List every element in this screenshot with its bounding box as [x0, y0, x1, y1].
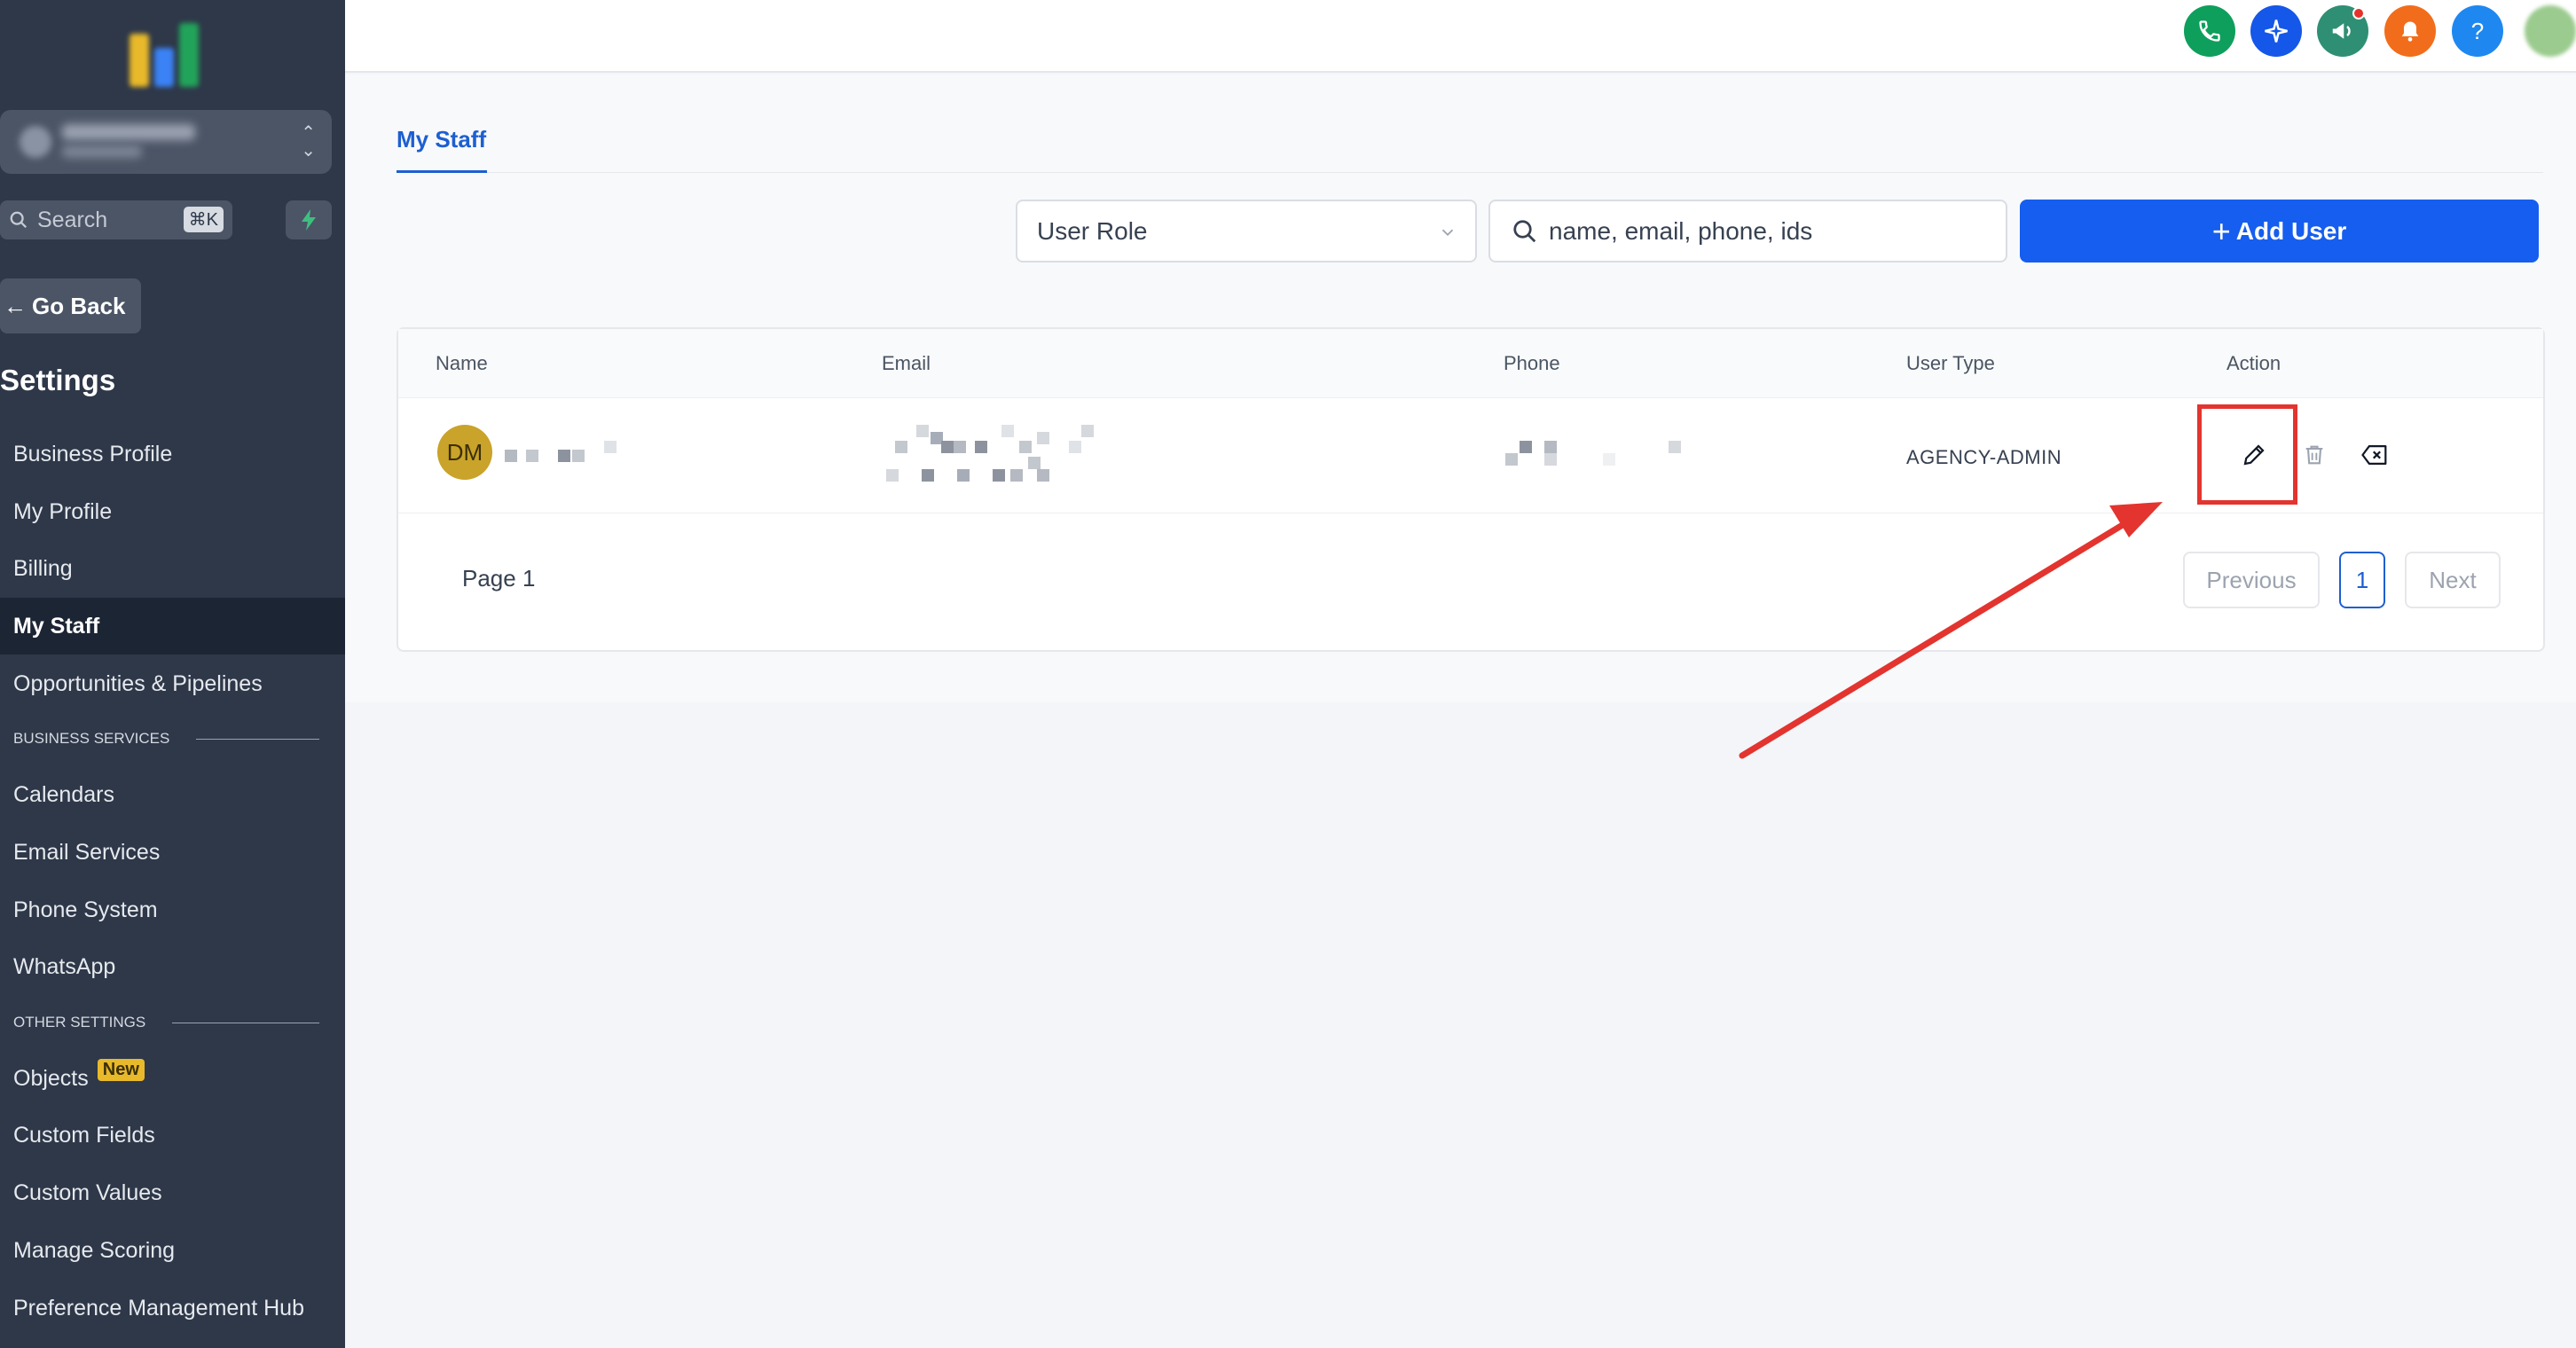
phone-button[interactable]: [2184, 5, 2235, 57]
sidebar-search[interactable]: Search ⌘K: [0, 200, 232, 239]
user-role-select[interactable]: User Role: [1016, 200, 1477, 263]
page-1-button[interactable]: 1: [2339, 552, 2385, 608]
sidebar-item-objects[interactable]: Objects New: [0, 1050, 345, 1107]
add-user-button[interactable]: + Add User: [2020, 200, 2539, 263]
help-button[interactable]: ?: [2452, 5, 2503, 57]
sidebar-item-label: Objects: [13, 1065, 89, 1091]
divider: [196, 738, 319, 740]
megaphone-icon: [2332, 23, 2351, 39]
section-other-settings: OTHER SETTINGS: [13, 1014, 319, 1031]
column-header-name: Name: [436, 352, 488, 374]
next-page-button[interactable]: Next: [2405, 552, 2501, 608]
sparkle-icon: [2265, 20, 2288, 43]
search-placeholder: name, email, phone, ids: [1549, 216, 1813, 245]
staff-avatar: DM: [437, 425, 492, 480]
search-icon: [10, 211, 27, 229]
announcements-button[interactable]: [2317, 5, 2368, 57]
ai-assistant-button[interactable]: [2250, 5, 2302, 57]
edit-highlight-box: [2197, 404, 2297, 505]
top-bar: [345, 0, 2576, 73]
phone-icon: [2199, 20, 2220, 42]
sidebar-item-custom-values[interactable]: Custom Values: [0, 1164, 345, 1221]
sidebar-item-my-staff[interactable]: My Staff: [0, 598, 345, 654]
backspace-icon: [2361, 445, 2387, 465]
sidebar-item-phone-system[interactable]: Phone System: [0, 882, 345, 938]
tab-active-indicator: [397, 170, 487, 173]
bolt-icon: [302, 209, 316, 231]
section-business-services: BUSINESS SERVICES: [13, 730, 319, 748]
column-header-user-type: User Type: [1906, 352, 1995, 374]
table-header: Name Email Phone User Type Action: [398, 329, 2543, 398]
sidebar-item-manage-scoring[interactable]: Manage Scoring: [0, 1222, 345, 1279]
user-type: AGENCY-ADMIN: [1906, 446, 2062, 468]
account-name: [62, 124, 195, 140]
go-back-button[interactable]: ← Go Back: [0, 278, 141, 333]
column-header-phone: Phone: [1504, 352, 1560, 374]
account-subtitle: [62, 145, 142, 158]
section-label: BUSINESS SERVICES: [13, 730, 170, 747]
sidebar-item-whatsapp[interactable]: WhatsApp: [0, 938, 345, 995]
account-avatar: [20, 126, 51, 158]
bell-icon: [2401, 21, 2419, 42]
account-switcher[interactable]: ⌃ ⌄: [0, 110, 332, 174]
help-icon: ?: [2470, 17, 2485, 44]
chevron-updown-icon: ⌃ ⌄: [301, 123, 316, 161]
sidebar-item-calendars[interactable]: Calendars: [0, 766, 345, 823]
staff-search-input[interactable]: name, email, phone, ids: [1488, 200, 2007, 263]
delete-button[interactable]: [2297, 437, 2332, 473]
sidebar: ⌃ ⌄ Search ⌘K ← Go Back Settings Business…: [0, 0, 345, 1348]
app-logo: [124, 16, 204, 87]
notifications-button[interactable]: [2384, 5, 2436, 57]
plus-icon: +: [2211, 212, 2231, 249]
tab-divider: [397, 172, 2543, 173]
search-icon: [1513, 219, 1536, 242]
sidebar-item-email-services[interactable]: Email Services: [0, 824, 345, 881]
search-shortcut: ⌘K: [183, 207, 224, 232]
section-label: OTHER SETTINGS: [13, 1014, 146, 1031]
trash-icon: [2305, 445, 2323, 465]
user-avatar[interactable]: [2525, 5, 2576, 57]
column-header-email: Email: [882, 352, 931, 374]
add-user-label: Add User: [2235, 216, 2347, 245]
arrow-left-icon: ←: [4, 292, 27, 319]
column-header-action: Action: [2227, 352, 2281, 374]
notification-dot: [2352, 7, 2365, 20]
quick-action-button[interactable]: [286, 200, 332, 239]
sidebar-item-preference-management-hub[interactable]: Preference Management Hub: [0, 1280, 345, 1336]
page-label: Page 1: [462, 565, 536, 592]
deactivate-button[interactable]: [2357, 437, 2392, 473]
new-badge: New: [97, 1058, 145, 1081]
sidebar-item-business-profile[interactable]: Business Profile: [0, 426, 345, 482]
search-placeholder: Search: [37, 207, 108, 232]
sidebar-item-my-profile[interactable]: My Profile: [0, 483, 345, 540]
sidebar-item-custom-fields[interactable]: Custom Fields: [0, 1107, 345, 1164]
previous-page-button[interactable]: Previous: [2183, 552, 2320, 608]
go-back-label: Go Back: [32, 292, 126, 319]
settings-title: Settings: [0, 364, 116, 396]
sidebar-item-billing[interactable]: Billing: [0, 540, 345, 597]
chevron-down-icon: [1441, 229, 1454, 237]
tab-my-staff[interactable]: My Staff: [397, 126, 486, 153]
user-role-value: User Role: [1037, 216, 1148, 245]
sidebar-item-opportunities-pipelines[interactable]: Opportunities & Pipelines: [0, 655, 345, 712]
